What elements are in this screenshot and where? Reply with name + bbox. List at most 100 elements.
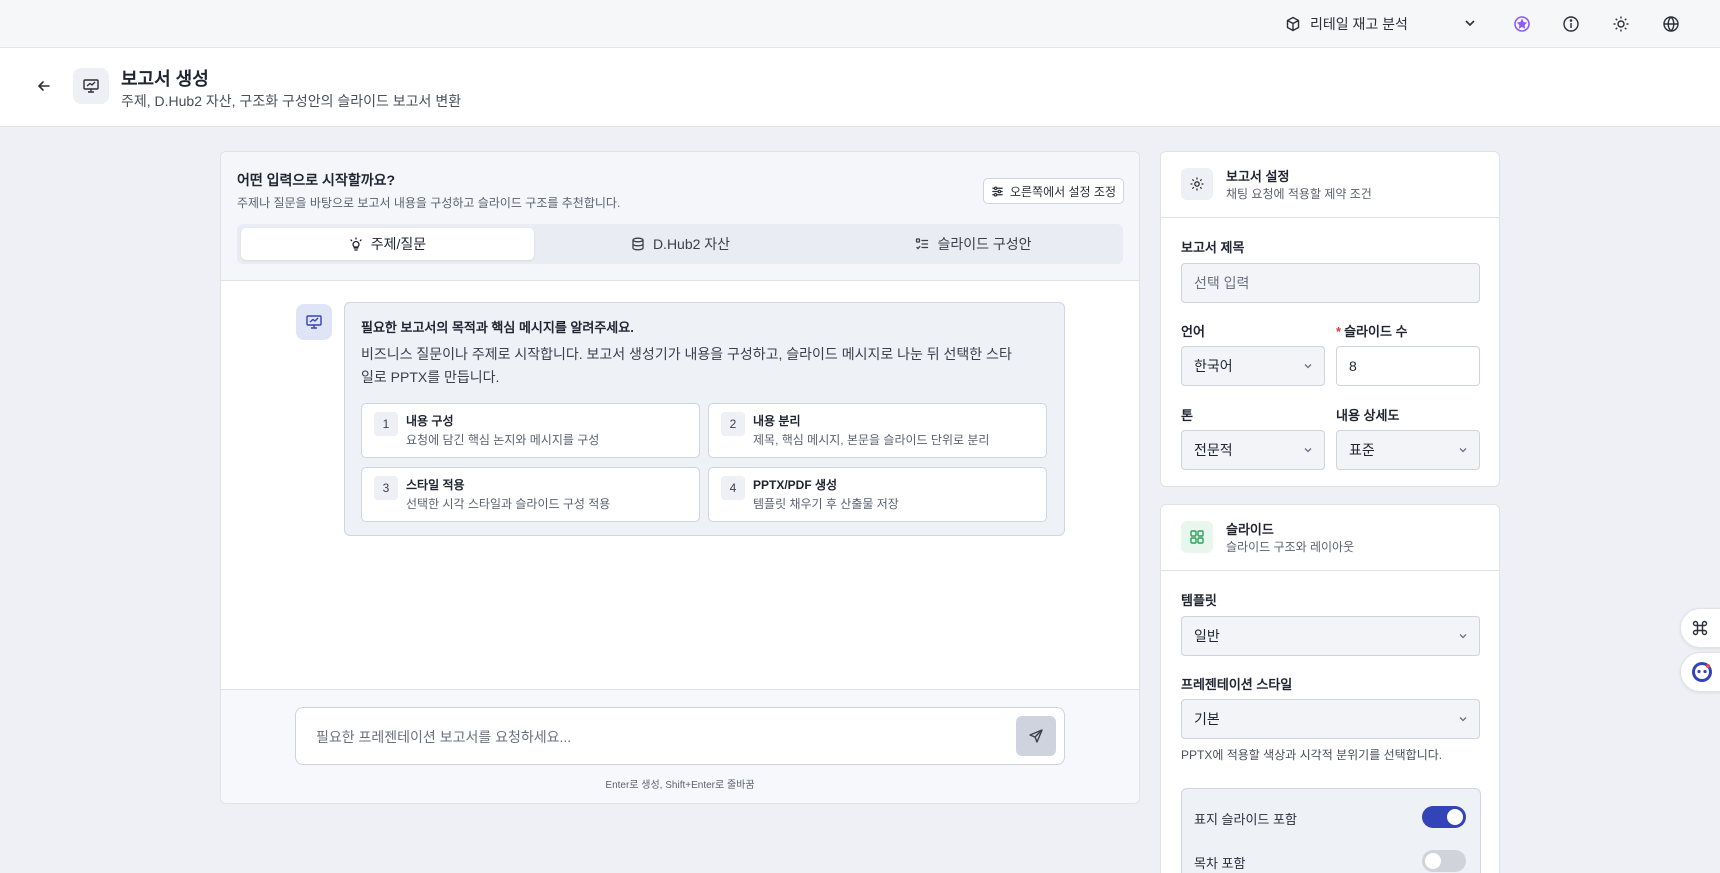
composer-hint: Enter로 생성, Shift+Enter로 줄바꿈 <box>605 780 755 791</box>
step-card: 3 스타일 적용 선택한 시각 스타일과 슬라이드 구성 적용 <box>361 467 700 522</box>
presentation-icon <box>73 68 109 104</box>
panel-title: 보고서 설정 <box>1226 169 1290 184</box>
project-name: 리테일 재고 분석 <box>1310 16 1408 32</box>
page-header: 보고서 생성 주제, D.Hub2 자산, 구조화 구성안의 슬라이드 보고서 … <box>0 48 1720 127</box>
slide-count-label-text: 슬라이드 수 <box>1344 324 1408 339</box>
step-card: 1 내용 구성 요청에 담긴 핵심 논지와 메시지를 구성 <box>361 403 700 458</box>
gear-icon <box>1181 168 1213 200</box>
step-title: 내용 구성 <box>406 414 454 428</box>
language-label: 언어 <box>1181 324 1205 339</box>
input-mode-header: 어떤 입력으로 시작할까요? 주제나 질문을 바탕으로 보고서 내용을 구성하고… <box>221 152 1139 281</box>
step-number: 3 <box>374 476 398 500</box>
chevron-down-icon <box>1459 717 1467 722</box>
step-title: 내용 분리 <box>753 414 801 428</box>
assistant-bot-button[interactable] <box>1680 652 1720 692</box>
composer-area: Enter로 생성, Shift+Enter로 줄바꿈 <box>221 689 1139 803</box>
command-icon <box>1692 620 1708 636</box>
style-value: 기본 <box>1194 711 1220 727</box>
step-description: 템플릿 채우기 후 산출물 저장 <box>753 497 899 511</box>
question-subtitle: 주제나 질문을 바탕으로 보고서 내용을 구성하고 슬라이드 구조를 추천합니다… <box>237 196 621 210</box>
bot-icon <box>1692 662 1712 682</box>
cover-slide-label: 표지 슬라이드 포함 <box>1194 812 1297 827</box>
report-title-label: 보고서 제목 <box>1181 240 1245 255</box>
sliders-icon <box>992 185 1003 197</box>
chat-card: 어떤 입력으로 시작할까요? 주제나 질문을 바탕으로 보고서 내용을 구성하고… <box>220 151 1140 804</box>
panel-header: 보고서 설정 채팅 요청에 적용할 제약 조건 <box>1161 152 1499 218</box>
layout-grid-icon <box>1181 521 1213 553</box>
list-icon <box>916 238 929 250</box>
slides-panel: 슬라이드 슬라이드 구조와 레이아웃 템플릿 일반 프레젠테이션 스타일 기본 … <box>1160 504 1500 873</box>
step-description: 제목, 핵심 메시지, 본문을 슬라이드 단위로 분리 <box>753 433 990 447</box>
top-bar: 리테일 재고 분석 <box>0 0 1720 48</box>
assistant-message: 필요한 보고서의 목적과 핵심 메시지를 알려주세요. 비즈니스 질문이나 주제… <box>344 302 1065 536</box>
panel-subtitle: 슬라이드 구조와 레이아웃 <box>1226 540 1355 554</box>
step-description: 선택한 시각 스타일과 슬라이드 구성 적용 <box>406 497 611 511</box>
database-icon <box>632 237 644 251</box>
chevron-down-icon <box>1304 448 1312 453</box>
tab-topic[interactable]: 주제/질문 <box>241 228 534 260</box>
panel-subtitle: 채팅 요청에 적용할 제약 조건 <box>1226 187 1372 201</box>
page-title: 보고서 생성 <box>121 69 209 89</box>
panel-title: 슬라이드 <box>1226 522 1274 537</box>
detail-level-value: 표준 <box>1349 442 1375 458</box>
globe-icon[interactable] <box>1660 13 1682 35</box>
tab-slide-outline[interactable]: 슬라이드 구성안 <box>827 228 1120 260</box>
presentation-icon <box>306 315 322 329</box>
template-value: 일반 <box>1194 628 1220 644</box>
report-title-input[interactable]: 선택 입력 <box>1181 263 1480 303</box>
template-select[interactable]: 일반 <box>1181 616 1480 656</box>
tone-label: 톤 <box>1181 408 1193 423</box>
tab-dhub-assets[interactable]: D.Hub2 자산 <box>534 228 827 260</box>
step-description: 요청에 담긴 핵심 논지와 메시지를 구성 <box>406 433 600 447</box>
report-title-placeholder: 선택 입력 <box>1194 275 1250 291</box>
adjust-settings-button[interactable]: 오른쪽에서 설정 조정 <box>983 178 1124 204</box>
slide-count-label: * 슬라이드 수 <box>1336 324 1408 339</box>
detail-level-label: 내용 상세도 <box>1336 408 1400 423</box>
prompt-input[interactable] <box>316 726 996 748</box>
tone-select[interactable]: 전문적 <box>1181 430 1325 470</box>
tone-value: 전문적 <box>1194 442 1233 458</box>
toc-label: 목차 포함 <box>1194 856 1246 871</box>
send-icon <box>1029 729 1043 743</box>
toc-toggle[interactable] <box>1422 850 1466 872</box>
page-subtitle: 주제, D.Hub2 자산, 구조화 구성안의 슬라이드 보고서 변환 <box>121 93 462 109</box>
step-number: 4 <box>721 476 745 500</box>
report-settings-panel: 보고서 설정 채팅 요청에 적용할 제약 조건 보고서 제목 선택 입력 언어 … <box>1160 151 1500 487</box>
tab-topic-label: 주제/질문 <box>370 236 427 252</box>
apps-button[interactable] <box>1680 608 1720 648</box>
send-button[interactable] <box>1016 716 1056 756</box>
slide-options: 표지 슬라이드 포함 목차 포함 <box>1181 788 1481 873</box>
language-value: 한국어 <box>1194 358 1233 374</box>
step-card: 4 PPTX/PDF 생성 템플릿 채우기 후 산출물 저장 <box>708 467 1047 522</box>
chevron-down-icon <box>1462 15 1480 33</box>
question-title: 어떤 입력으로 시작할까요? <box>237 172 396 188</box>
message-text: 비즈니스 질문이나 주제로 시작합니다. 보고서 생성기가 내용을 구성하고, … <box>361 346 1012 385</box>
template-label: 템플릿 <box>1181 593 1217 608</box>
style-select[interactable]: 기본 <box>1181 699 1480 739</box>
panel-header: 슬라이드 슬라이드 구조와 레이아웃 <box>1161 505 1499 571</box>
input-mode-tabs: 주제/질문 D.Hub2 자산 슬라이드 구성안 <box>237 224 1123 264</box>
back-button[interactable] <box>32 74 56 98</box>
style-help: PPTX에 적용할 색상과 시각적 분위기를 선택합니다. <box>1181 748 1443 762</box>
detail-level-select[interactable]: 표준 <box>1336 430 1480 470</box>
info-icon[interactable] <box>1560 13 1582 35</box>
language-select[interactable]: 한국어 <box>1181 346 1325 386</box>
box-icon <box>1284 15 1302 33</box>
assistant-avatar <box>296 304 332 340</box>
ai-icon[interactable] <box>1511 13 1533 35</box>
tab-slide-outline-label: 슬라이드 구성안 <box>937 236 1032 252</box>
lightbulb-icon <box>350 237 362 251</box>
step-number: 2 <box>721 412 745 436</box>
slide-count-input[interactable]: 8 <box>1336 346 1480 386</box>
composer <box>295 707 1065 765</box>
adjust-settings-label: 오른쪽에서 설정 조정 <box>1009 184 1117 199</box>
step-title: 스타일 적용 <box>406 478 465 492</box>
message-title: 필요한 보고서의 목적과 핵심 메시지를 알려주세요. <box>361 320 634 335</box>
cover-slide-toggle[interactable] <box>1422 806 1466 828</box>
step-title: PPTX/PDF 생성 <box>753 478 838 492</box>
project-selector[interactable]: 리테일 재고 분석 <box>1284 12 1480 36</box>
step-card: 2 내용 분리 제목, 핵심 메시지, 본문을 슬라이드 단위로 분리 <box>708 403 1047 458</box>
chevron-down-icon <box>1304 364 1312 369</box>
slide-count-value: 8 <box>1349 358 1357 374</box>
sun-icon[interactable] <box>1610 13 1632 35</box>
